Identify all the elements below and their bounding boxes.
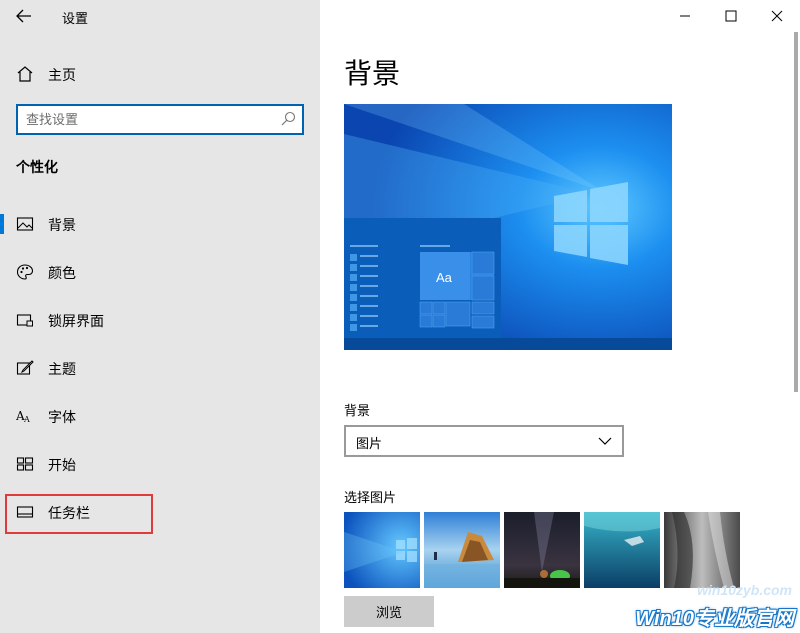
window-controls [662, 0, 800, 32]
chevron-down-icon [598, 437, 612, 445]
page-title: 背景 [344, 57, 401, 90]
sidebar-item-background[interactable]: 背景 [0, 204, 320, 244]
watermark-text: Win10专业版官网 [635, 608, 794, 630]
maximize-icon [725, 10, 737, 22]
picture-thumbnail[interactable] [424, 512, 500, 588]
picture-thumbnail[interactable] [664, 512, 740, 588]
theme-brush-icon [16, 360, 34, 375]
sidebar-item-label: 颜色 [48, 266, 76, 282]
background-preview: Aa [344, 104, 672, 350]
desktop-preview-image: Aa [344, 104, 672, 350]
picture-icon [16, 217, 34, 231]
watermark: win10zyb.com Win10专业版官网 [620, 580, 800, 632]
search-input[interactable] [26, 110, 276, 130]
sidebar: 设置 主页 个性化 背景 颜色 锁屏界面 主题 AA 字体 开始 任务栏 [0, 0, 320, 633]
back-button[interactable] [10, 4, 38, 28]
picture-thumbnail[interactable] [504, 512, 580, 588]
close-icon [771, 10, 783, 22]
browse-button[interactable]: 浏览 [344, 596, 434, 627]
preview-tile-text: Aa [436, 270, 453, 285]
scrollbar[interactable] [794, 32, 798, 392]
sidebar-item-start[interactable]: 开始 [0, 444, 320, 484]
minimize-button[interactable] [662, 0, 708, 32]
sidebar-item-label: 任务栏 [48, 506, 90, 522]
picture-thumbnail[interactable] [584, 512, 660, 588]
start-grid-icon [16, 457, 34, 471]
dropdown-value: 图片 [356, 437, 383, 452]
picture-thumbnail[interactable] [344, 512, 420, 588]
app-title: 设置 [62, 12, 89, 27]
back-arrow-icon [16, 9, 31, 23]
sidebar-item-themes[interactable]: 主题 [0, 348, 320, 388]
selection-indicator [0, 214, 4, 234]
home-icon [17, 66, 33, 82]
sidebar-item-label: 背景 [48, 218, 76, 234]
watermark-url: win10zyb.com [697, 582, 792, 598]
search-box[interactable] [16, 104, 304, 135]
sidebar-item-fonts[interactable]: AA 字体 [0, 396, 320, 436]
sidebar-item-label: 锁屏界面 [48, 314, 104, 330]
sidebar-item-home[interactable]: 主页 [0, 58, 320, 90]
sidebar-item-taskbar[interactable]: 任务栏 [0, 492, 320, 532]
font-icon: AA [16, 409, 30, 424]
search-icon[interactable] [280, 111, 296, 127]
section-title: 个性化 [16, 160, 58, 176]
lock-screen-icon [16, 314, 33, 327]
title-bar-left: 设置 [0, 0, 320, 32]
minimize-icon [680, 15, 690, 17]
background-type-label: 背景 [344, 404, 371, 419]
sidebar-item-label: 开始 [48, 458, 76, 474]
svg-text:A: A [23, 415, 30, 424]
taskbar-icon [16, 506, 34, 518]
maximize-button[interactable] [708, 0, 754, 32]
sidebar-item-label: 主题 [48, 362, 76, 378]
sidebar-item-lock-screen[interactable]: 锁屏界面 [0, 300, 320, 340]
palette-icon [16, 264, 34, 280]
background-type-dropdown[interactable]: 图片 [344, 425, 624, 457]
sidebar-item-label: 字体 [48, 410, 76, 426]
sidebar-item-colors[interactable]: 颜色 [0, 252, 320, 292]
close-button[interactable] [754, 0, 800, 32]
home-label: 主页 [48, 68, 76, 84]
choose-picture-label: 选择图片 [344, 491, 397, 506]
